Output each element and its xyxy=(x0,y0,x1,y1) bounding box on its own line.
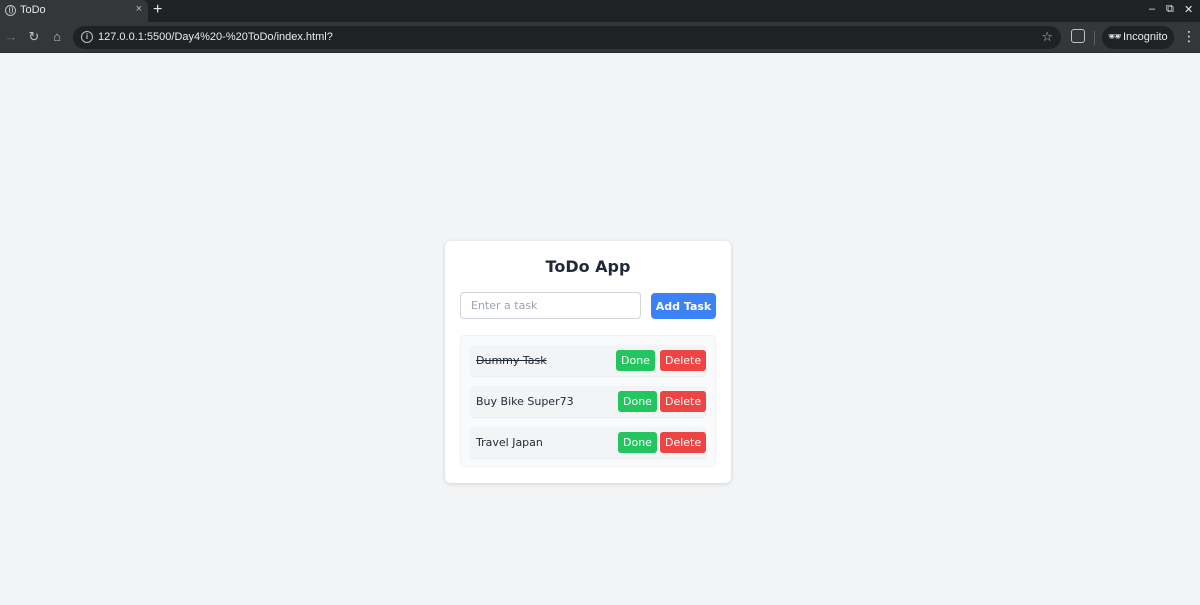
delete-button[interactable]: Delete xyxy=(660,350,707,371)
done-button[interactable]: Done xyxy=(618,391,657,412)
star-icon[interactable]: ☆ xyxy=(1041,29,1053,45)
todo-card: ToDo App Add Task Dummy Task Done Delete… xyxy=(445,241,731,483)
done-button[interactable]: Done xyxy=(616,350,655,371)
task-label: Buy Bike Super73 xyxy=(476,395,574,408)
back-icon[interactable]: → xyxy=(2,28,20,46)
list-item: Travel Japan Done Delete xyxy=(470,427,707,458)
tab-title: ToDo xyxy=(20,4,46,16)
incognito-indicator[interactable]: 🕶 Incognito xyxy=(1102,26,1174,49)
done-button[interactable]: Done xyxy=(618,432,657,453)
task-list: Dummy Task Done Delete Buy Bike Super73 … xyxy=(460,335,716,467)
list-item: Dummy Task Done Delete xyxy=(470,345,707,376)
window-close-icon[interactable]: ✕ xyxy=(1184,3,1193,16)
globe-icon xyxy=(5,5,16,16)
restore-icon[interactable]: ⧉ xyxy=(1166,3,1174,16)
task-label: Dummy Task xyxy=(476,354,547,367)
reload-icon[interactable]: ↻ xyxy=(25,28,43,46)
url-text[interactable]: 127.0.0.1:5500/Day4%20-%20ToDo/index.htm… xyxy=(98,31,333,43)
task-label: Travel Japan xyxy=(476,436,543,449)
tab-bar: ToDo × + – ⧉ ✕ xyxy=(0,0,1200,22)
browser-tab[interactable]: ToDo × xyxy=(0,0,148,22)
browser-toolbar: → ↻ ⌂ i 127.0.0.1:5500/Day4%20-%20ToDo/i… xyxy=(0,22,1200,53)
minimize-icon[interactable]: – xyxy=(1149,3,1155,15)
menu-icon[interactable]: ⋮ xyxy=(1182,28,1196,45)
extensions-icon[interactable] xyxy=(1071,29,1085,43)
add-task-button[interactable]: Add Task xyxy=(651,293,716,319)
delete-button[interactable]: Delete xyxy=(660,391,707,412)
list-item: Buy Bike Super73 Done Delete xyxy=(470,386,707,417)
page-title: ToDo App xyxy=(545,257,631,276)
home-icon[interactable]: ⌂ xyxy=(48,28,66,46)
toolbar-divider xyxy=(1094,31,1095,45)
delete-button[interactable]: Delete xyxy=(660,432,707,453)
task-input[interactable] xyxy=(460,292,641,319)
address-bar[interactable]: i 127.0.0.1:5500/Day4%20-%20ToDo/index.h… xyxy=(73,26,1061,49)
incognito-icon: 🕶 xyxy=(1108,31,1122,43)
close-icon[interactable]: × xyxy=(136,3,142,15)
plus-icon[interactable]: + xyxy=(153,1,162,19)
incognito-label: Incognito xyxy=(1123,31,1168,43)
info-icon[interactable]: i xyxy=(81,31,93,43)
